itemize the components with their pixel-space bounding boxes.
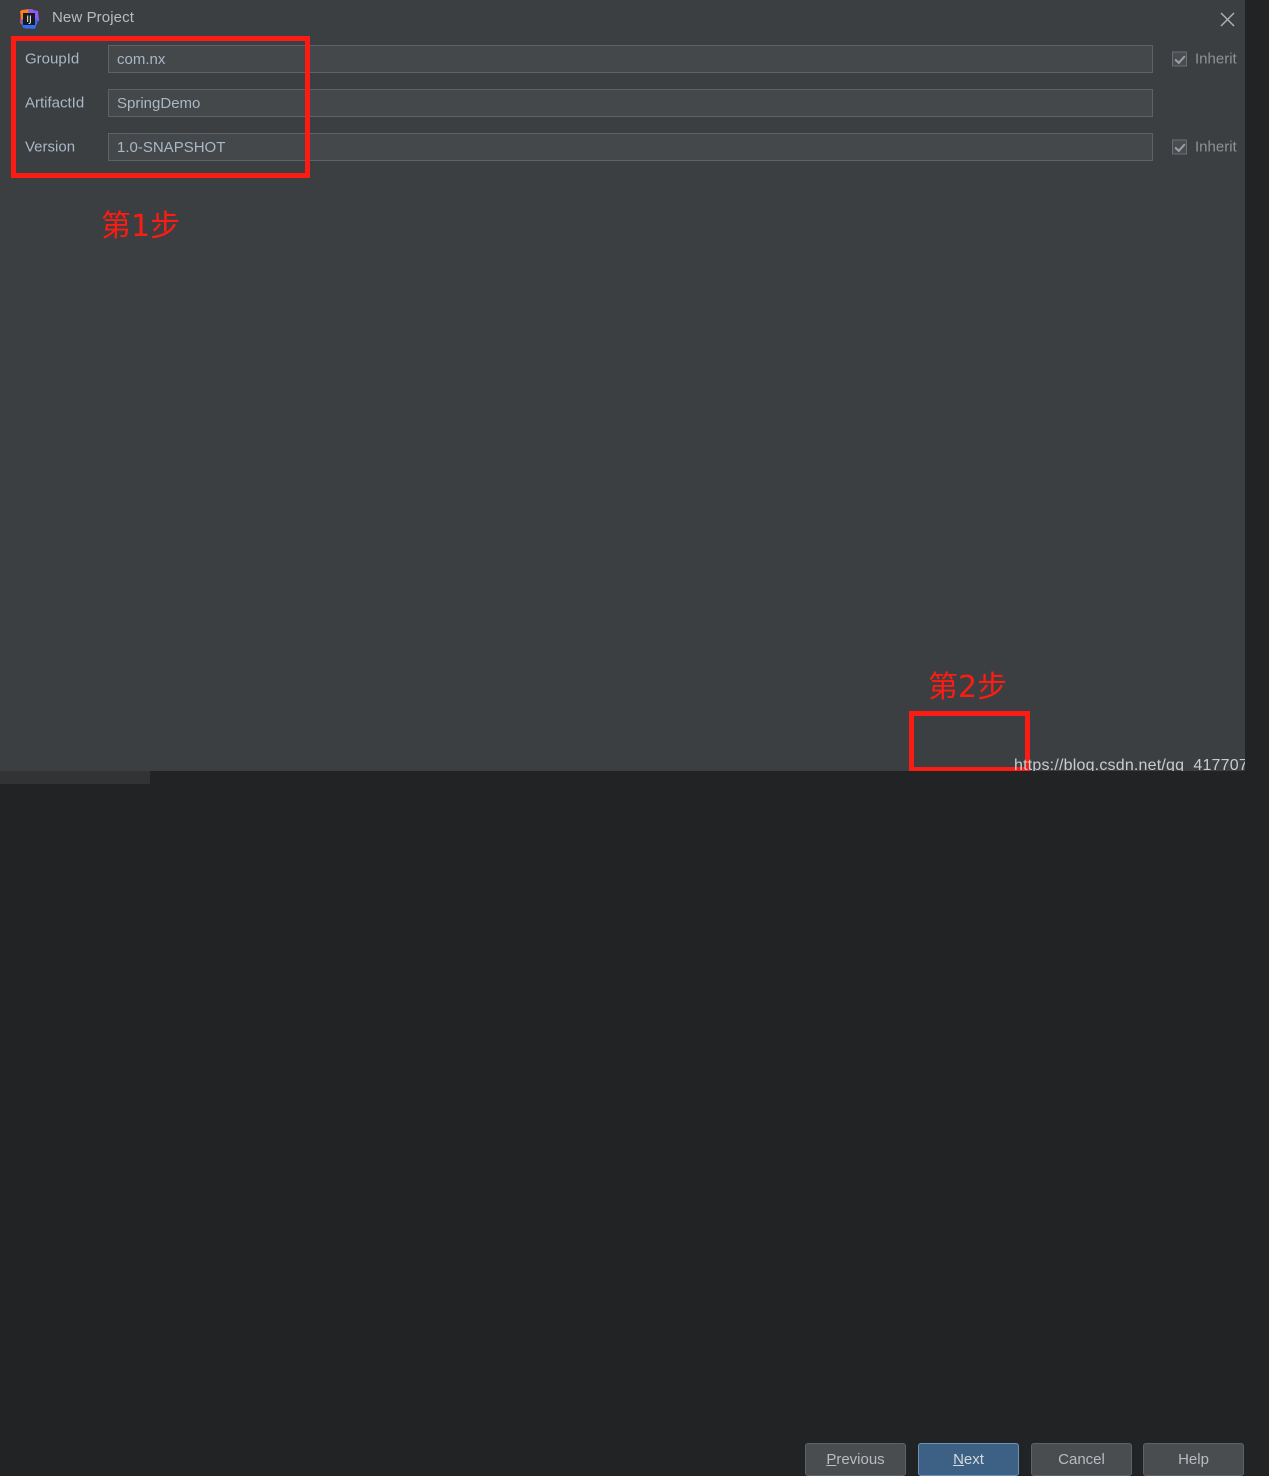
window-bottom-left-edge xyxy=(0,771,150,784)
screenshot-root: IJ New Project GroupId Inherit xyxy=(0,0,1269,1476)
version-inherit-checkbox[interactable]: Inherit xyxy=(1172,139,1237,156)
intellij-idea-icon: IJ xyxy=(18,8,40,30)
form-row-version: Version Inherit xyxy=(0,125,1245,169)
cancel-button[interactable]: Cancel xyxy=(1031,1443,1132,1476)
annotation-label-step1: 第1步 xyxy=(101,209,181,244)
groupid-label: GroupId xyxy=(25,50,80,68)
close-icon[interactable] xyxy=(1205,4,1249,34)
artifactid-input[interactable] xyxy=(108,89,1153,117)
groupid-input[interactable] xyxy=(108,45,1153,73)
project-coordinates-form: GroupId Inherit ArtifactId Version Inher… xyxy=(0,37,1245,169)
checkbox-icon[interactable] xyxy=(1172,139,1187,155)
new-project-dialog: IJ New Project GroupId Inherit xyxy=(0,0,1266,1476)
window-bottom-edge xyxy=(150,771,1269,784)
previous-label: revious xyxy=(836,1451,885,1468)
form-row-artifactid: ArtifactId xyxy=(0,81,1245,125)
checkbox-icon[interactable] xyxy=(1172,51,1187,67)
groupid-inherit-label: Inherit xyxy=(1195,50,1237,68)
next-label: ext xyxy=(963,1451,984,1468)
form-row-groupid: GroupId Inherit xyxy=(0,37,1245,81)
dialog-title: New Project xyxy=(52,9,134,26)
next-button[interactable]: Next xyxy=(918,1443,1019,1476)
groupid-inherit-checkbox[interactable]: Inherit xyxy=(1172,51,1237,68)
version-label: Version xyxy=(25,138,76,156)
next-mnemonic: N xyxy=(953,1451,964,1468)
version-inherit-label: Inherit xyxy=(1195,138,1237,156)
dialog-titlebar: IJ New Project xyxy=(0,0,1245,37)
help-button[interactable]: Help xyxy=(1143,1443,1244,1476)
previous-mnemonic: P xyxy=(826,1451,837,1468)
window-right-edge xyxy=(1245,0,1269,784)
svg-text:IJ: IJ xyxy=(26,15,31,25)
annotation-label-step2: 第2步 xyxy=(928,670,1008,705)
previous-button[interactable]: Previous xyxy=(805,1443,906,1476)
artifactid-label: ArtifactId xyxy=(25,94,85,112)
version-input[interactable] xyxy=(108,133,1153,161)
